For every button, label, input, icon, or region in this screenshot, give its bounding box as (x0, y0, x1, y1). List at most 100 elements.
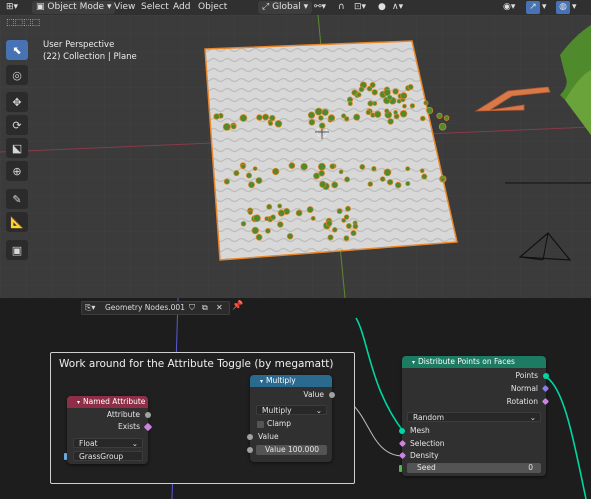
grass-clump (407, 84, 414, 90)
grass-clump (393, 110, 398, 115)
collapse-icon[interactable]: ▾ (260, 378, 263, 385)
snap-icon[interactable]: ∩ (338, 1, 345, 14)
gizmo-dropdown-icon[interactable]: ▾ (542, 1, 547, 14)
selection-input-label: Selection (410, 439, 445, 448)
node-tree-icon: ⎘▾ (85, 303, 96, 312)
visibility-icon[interactable]: ◉▾ (503, 1, 515, 14)
multiply-header[interactable]: ▾ Multiply (250, 375, 332, 387)
menu-select[interactable]: Select (141, 1, 169, 14)
mesh-input-label: Mesh (410, 426, 430, 435)
pivot-icon[interactable]: ⚯▾ (314, 1, 326, 14)
node-tree-selector[interactable]: ⎘▾ Geometry Nodes.001 ⛉ ⧉ ✕ (81, 301, 230, 315)
grass-clump (347, 101, 353, 107)
clamp-checkbox[interactable] (257, 421, 264, 428)
distribute-method-label: Random (413, 413, 445, 422)
3d-viewport[interactable]: ⬚⬚⬚⬚ User Perspective (22) Collection | … (0, 15, 591, 298)
snap-target-icon[interactable]: ⊡▾ (354, 1, 366, 14)
scale-icon[interactable]: ⬕ (6, 138, 28, 158)
overlay-dropdown-icon[interactable]: ▾ (572, 1, 577, 14)
value-output-socket[interactable] (329, 392, 335, 398)
value-input-field[interactable]: Value 100.000 (256, 445, 327, 455)
grass-clump (262, 113, 270, 121)
cursor-icon[interactable]: ◎ (6, 65, 28, 85)
grass-clump (399, 110, 408, 118)
grass-clump (240, 221, 247, 227)
chevron-down-icon: ⌄ (315, 406, 322, 415)
geometry-link-out (545, 376, 587, 499)
grass-clump (329, 163, 336, 170)
grass-clump (419, 168, 425, 174)
select-mode-icons[interactable]: ⬚⬚⬚⬚ (6, 18, 40, 28)
collapse-icon[interactable]: ▾ (77, 399, 80, 406)
grass-clump (367, 100, 374, 107)
collapse-icon[interactable]: ▾ (412, 359, 415, 366)
overlay-toggle-icon[interactable]: ◍ (556, 1, 570, 14)
value-field-number: 100.000 (287, 445, 319, 454)
annotate-icon[interactable]: ✎ (6, 189, 28, 209)
grass-clump (371, 89, 378, 96)
distribute-points-node[interactable]: ▾ Distribute Points on Faces Points Norma… (398, 356, 550, 476)
grass-clump (317, 162, 326, 171)
menu-view[interactable]: View (114, 1, 135, 14)
named-attribute-node[interactable]: ▾ Named Attribute Attribute Exists Float … (64, 396, 153, 464)
seed-field[interactable]: Seed 0 (407, 463, 541, 473)
proportional-edit-icon[interactable]: ● (378, 1, 386, 14)
add-cube-icon[interactable]: ▣ (6, 240, 28, 260)
grass-clump (402, 103, 407, 109)
distribute-method-dropdown[interactable]: Random ⌄ (407, 412, 541, 422)
grass-clump (336, 208, 343, 215)
distribute-header[interactable]: ▾ Distribute Points on Faces (402, 356, 546, 368)
pin-icon[interactable]: 📌 (232, 301, 243, 311)
attribute-name-field[interactable]: GrassGroup (73, 451, 143, 461)
grass-clump (358, 86, 365, 93)
grass-clump (353, 113, 361, 121)
orientation-dropdown[interactable]: ⤢ Global ▾ (258, 1, 313, 14)
data-type-dropdown[interactable]: Float ⌄ (73, 438, 143, 448)
grass-clump (277, 203, 283, 209)
grass-clump (409, 103, 416, 109)
plane-mesh (204, 40, 458, 261)
seed-input-socket[interactable] (399, 465, 402, 472)
node-editor[interactable]: ⎘▾ Geometry Nodes.001 ⛉ ⧉ ✕ 📌 Work aroun… (0, 298, 591, 499)
rotate-icon[interactable]: ⟳ (6, 115, 28, 135)
mode-dropdown[interactable]: ▣ Object Mode ▾ (32, 1, 116, 14)
menu-add[interactable]: Add (173, 1, 190, 14)
normal-output-label: Normal (510, 384, 538, 393)
attribute-output-socket[interactable] (145, 412, 151, 418)
value-input-socket-2[interactable] (247, 447, 253, 453)
grass-clump (266, 203, 273, 210)
transform-icon[interactable]: ⊕ (6, 161, 28, 181)
density-input-label: Density (410, 451, 439, 460)
points-output-socket[interactable] (543, 373, 549, 379)
editor-type-icon[interactable]: ⊞▾ (6, 1, 18, 14)
falloff-icon[interactable]: ∧▾ (392, 1, 403, 14)
chevron-down-icon: ⌄ (131, 439, 138, 448)
grass-clump (239, 114, 248, 122)
value-input-socket-1[interactable] (247, 434, 253, 440)
grass-clump (384, 108, 390, 114)
grass-clump (326, 220, 333, 227)
grass-clump (379, 176, 386, 182)
grass-clump (245, 172, 253, 179)
name-input-socket[interactable] (64, 453, 67, 460)
grass-clump (332, 227, 338, 233)
multiply-node[interactable]: ▾ Multiply Value Multiply ⌄ Clamp Value V… (247, 375, 335, 462)
named-attribute-header[interactable]: ▾ Named Attribute (67, 396, 148, 408)
select-box-icon[interactable]: ⬉ (6, 40, 28, 60)
operation-dropdown[interactable]: Multiply ⌄ (256, 405, 327, 415)
mesh-input-socket[interactable] (399, 428, 405, 434)
grass-clump (327, 114, 336, 122)
grass-clump (255, 233, 263, 241)
measure-icon[interactable]: 📐 (6, 212, 28, 232)
grass-clump (383, 88, 391, 97)
data-type-label: Float (79, 439, 98, 448)
move-icon[interactable]: ✥ (6, 92, 28, 112)
grass-clump (264, 216, 270, 222)
gizmo-toggle-icon[interactable]: ↗ (526, 1, 540, 14)
menu-object[interactable]: Object (198, 1, 227, 14)
grass-clump (308, 118, 316, 126)
duplicate-icon[interactable]: ⧉ (202, 302, 208, 314)
fake-user-icon[interactable]: ⛉ (189, 302, 195, 314)
close-icon[interactable]: ✕ (216, 302, 223, 314)
grass-clump (438, 122, 447, 131)
